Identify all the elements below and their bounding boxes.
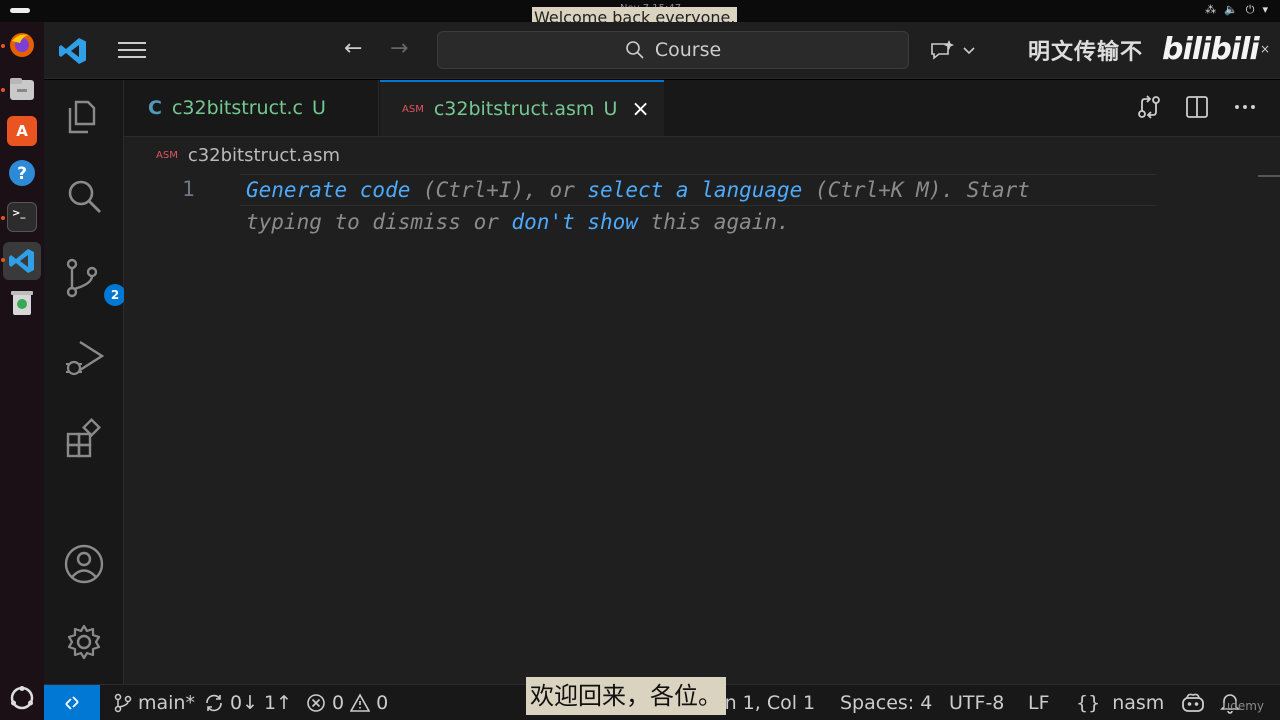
terminal-icon[interactable]: >_ [7,202,37,232]
sync-icon [206,694,222,712]
cursor-position[interactable]: Ln 1, Col 1 [714,685,815,720]
editor-area[interactable]: ASM c32bitstruct.asm 1 Generate code (Ct… [124,137,1280,684]
empty-editor-hint: Generate code (Ctrl+I), or select a lang… [246,174,1146,238]
app-center-icon[interactable]: A [7,116,37,146]
sync-status-item[interactable]: 0↓ 1↑ [204,685,292,720]
indentation[interactable]: Spaces: 4 [840,685,932,720]
files-icon[interactable] [7,74,37,104]
braces-icon: {} [1076,692,1101,714]
tab-c32bitstruct-asm[interactable]: ASM c32bitstruct.asm U × [380,80,664,136]
language-name: nasm [1112,692,1165,714]
udemy-watermark: udemy [1222,699,1264,713]
extensions-icon[interactable] [62,416,106,460]
error-icon [307,694,325,712]
hint-text: this again. [637,210,790,234]
tab-c32bitstruct-c[interactable]: C c32bitstruct.c U [124,80,379,136]
remote-indicator-icon[interactable] [44,685,100,720]
source-control-badge: 2 [104,284,126,306]
split-editor-icon[interactable] [1184,94,1210,120]
activity-bar: 2 [44,80,126,684]
vscode-dock-icon[interactable] [3,242,41,280]
hint-text: (Ctrl+I), or [410,178,588,202]
bilibili-logo: bilibili [1162,32,1260,67]
running-indicator [1,44,5,48]
end-of-line[interactable]: LF [1028,685,1050,720]
error-count: 0 [332,692,345,714]
account-icon[interactable] [62,542,106,586]
copilot-status-icon[interactable] [1180,685,1206,720]
trash-icon[interactable] [7,288,37,318]
running-indicator [1,216,5,220]
breadcrumb-file[interactable]: c32bitstruct.asm [188,145,340,166]
branch-name: main* [138,692,195,714]
back-arrow-icon[interactable]: ← [344,36,362,61]
git-branch-item[interactable]: main* [114,685,195,720]
vscode-logo-icon [58,37,88,65]
search-text: Course [654,39,722,61]
generate-code-link[interactable]: Generate code [246,178,410,202]
editor-actions [1136,94,1258,120]
show-apps-icon[interactable] [10,686,34,710]
forward-arrow-icon[interactable]: → [390,36,408,61]
close-tab-icon[interactable]: × [631,97,649,122]
breadcrumb[interactable]: ASM c32bitstruct.asm [156,145,340,166]
power-icon[interactable]: ⏻ [1246,3,1255,17]
search-icon [626,41,644,59]
sparkle-icon [931,40,975,60]
encoding[interactable]: UTF-8 [949,685,1004,720]
line-number: 1 [182,177,195,201]
tab-label: c32bitstruct.c [171,97,303,119]
firefox-icon[interactable] [7,30,37,60]
hamburger-menu-icon[interactable] [118,40,146,60]
sync-counts: 0↓ 1↑ [230,692,293,714]
problems-item[interactable]: 0 0 [306,685,388,720]
search-activity-icon[interactable] [62,174,106,218]
vscode-titlebar: ← → Course 明文传输不 bilibili × [44,22,1280,79]
activities-indicator[interactable] [10,8,30,13]
untracked-indicator: U [603,98,618,120]
warning-count: 0 [376,692,389,714]
video-overlay-caption: 明文传输不 [1028,40,1144,65]
compare-changes-icon[interactable] [1136,94,1162,120]
untracked-indicator: U [311,97,326,119]
command-center-search[interactable]: Course [437,31,909,69]
help-icon[interactable]: ? [7,158,37,188]
copilot-menu-button[interactable] [928,38,980,64]
running-indicator [1,258,5,262]
language-mode[interactable]: {} nasm [1076,685,1164,720]
volume-icon[interactable]: 🔈 [1224,3,1238,17]
tab-label: c32bitstruct.asm [433,98,595,120]
select-language-link[interactable]: select a language [587,178,802,202]
run-debug-icon[interactable] [62,336,106,380]
window-close-icon[interactable]: × [1260,42,1270,56]
dont-show-link[interactable]: don't show [512,210,638,234]
asm-file-icon: ASM [402,103,424,115]
git-branch-icon [114,693,132,713]
system-tray[interactable]: ⁂ 🔈 ⏻ ▾ [1205,3,1268,17]
c-file-icon: C [148,97,162,119]
overview-ruler-marker [1258,175,1280,177]
tray-menu-icon[interactable]: ▾ [1262,3,1268,17]
running-indicator [1,88,5,92]
settings-gear-icon[interactable] [62,620,106,664]
network-icon[interactable]: ⁂ [1205,3,1216,17]
explorer-icon[interactable] [62,94,106,138]
source-control-icon[interactable]: 2 [62,256,126,306]
subtitle-chinese: 欢迎回来，各位。 [526,677,726,715]
more-actions-icon[interactable] [1232,94,1258,120]
editor-tabs: C c32bitstruct.c U ASM c32bitstruct.asm … [124,80,1280,137]
asm-file-icon: ASM [156,150,178,161]
warning-icon [350,693,371,712]
ubuntu-dock: A ? >_ [0,22,44,720]
svg-text:?: ? [17,164,27,184]
